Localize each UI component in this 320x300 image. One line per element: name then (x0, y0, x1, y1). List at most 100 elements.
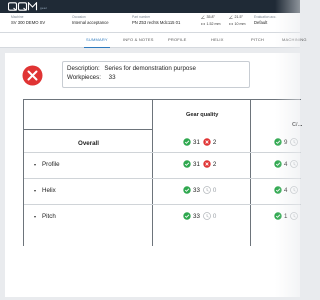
column-divider (152, 100, 153, 246)
row-label-pitch: Pitch (42, 213, 56, 220)
tab-label: PROFILE (168, 37, 187, 42)
measurement-value: 10 mm (234, 22, 246, 26)
workpieces-line: Workpieces: 33 (67, 74, 116, 81)
app-logo: gear (8, 0, 47, 13)
description-line: Description: Series for demonstration pu… (67, 65, 196, 72)
ok-count: 33 (193, 212, 200, 220)
tab-label: PITCH (251, 37, 264, 42)
width-icon (229, 23, 233, 25)
description-box: Description: Series for demonstration pu… (62, 61, 250, 88)
row-label-overall: Overall (78, 140, 99, 147)
expand-caret-icon: ▾ (34, 162, 37, 167)
column-header-c: C/... (292, 122, 303, 128)
measurement-value: 21.5° (234, 15, 243, 19)
measurement-value: 35.8° (206, 15, 215, 19)
ok-count: 4 (284, 160, 288, 168)
c-profile-cell: 4 (274, 160, 299, 168)
gear-overall-cell: 31 2 (183, 138, 219, 146)
neutral-icon (290, 160, 299, 168)
error-status-icon (22, 65, 43, 91)
workpieces-label: Workpieces: (67, 74, 101, 81)
row-helix[interactable]: ▾ Helix (34, 187, 56, 194)
evaluation-field: Evaluation acc. Default (254, 15, 276, 26)
ok-count: 9 (284, 138, 288, 146)
tab-summary[interactable]: SUMMARY (84, 33, 110, 48)
active-tab-indicator (84, 46, 110, 48)
header-info-bar: Machine SV 300 DEMO SV Occasion Internal… (0, 13, 300, 33)
measurement-1: 35.8° (201, 15, 215, 19)
measurement-4: 10 mm (229, 22, 245, 26)
angle-icon (201, 15, 205, 19)
expand-caret-icon: ▾ (34, 214, 37, 219)
gear-profile-cell: 31 2 (183, 160, 219, 168)
ok-icon (183, 138, 191, 146)
row-pitch[interactable]: ▾ Pitch (34, 213, 56, 220)
workpieces-value: 33 (108, 74, 116, 81)
part-number-field: Part number PN Z53 rechts Mdc115 01 (132, 15, 180, 26)
tab-pitch[interactable]: PITCH (251, 33, 264, 47)
fail-count: 2 (212, 160, 217, 168)
gear-helix-cell: 33 0 (183, 186, 219, 194)
ok-count: 31 (193, 160, 200, 168)
neutral-icon (290, 212, 299, 220)
summary-panel: Description: Series for demonstration pu… (5, 53, 303, 297)
app-top-bar: gear (0, 0, 300, 13)
measurement-value: 1.52 mm (206, 22, 221, 26)
c-helix-cell: 4 (274, 186, 299, 194)
row-label-helix: Helix (42, 187, 56, 194)
header-divider (24, 129, 152, 130)
row-divider (24, 204, 301, 205)
description-label: Description: (67, 65, 100, 72)
machine-value: SV 300 DEMO SV (11, 20, 46, 25)
tab-info-notes[interactable]: INFO & NOTES (123, 33, 154, 47)
ok-icon (183, 186, 191, 194)
row-divider (24, 178, 301, 179)
tab-label: SUMMARY (86, 37, 108, 42)
tab-helix[interactable]: HELIX (211, 33, 224, 47)
gear-pitch-cell: 33 0 (183, 212, 219, 220)
neutral-count: 0 (212, 212, 217, 220)
row-divider (24, 152, 301, 153)
column-divider (250, 100, 251, 246)
ok-icon (274, 160, 282, 168)
ok-icon (274, 186, 282, 194)
measurement-2: 21.5° (229, 15, 243, 19)
occasion-field: Occasion Internal acceptance (72, 15, 109, 26)
row-label-profile: Profile (42, 161, 60, 168)
tab-label: INFO & NOTES (123, 37, 154, 42)
c-pitch-cell: 1 (274, 212, 299, 220)
tab-bar: SUMMARY INFO & NOTES PROFILE HELIX PITCH… (0, 33, 307, 48)
occasion-value: Internal acceptance (72, 20, 109, 25)
helix-angle-icon (229, 15, 233, 19)
ok-icon (274, 138, 282, 146)
neutral-icon (202, 186, 211, 194)
column-header-gear-quality: Gear quality (186, 112, 219, 118)
ok-count: 33 (193, 186, 200, 194)
tab-machining[interactable]: MACHINING (282, 33, 307, 47)
expand-caret-icon: ▾ (34, 188, 37, 193)
neutral-count: 0 (212, 186, 217, 194)
part-number-value: PN Z53 rechts Mdc115 01 (132, 20, 181, 25)
machine-field: Machine SV 300 DEMO SV (11, 15, 45, 26)
ok-count: 4 (284, 186, 288, 194)
evaluation-value: Default (254, 20, 268, 25)
neutral-icon (290, 138, 299, 146)
logo-subtitle: gear (40, 6, 48, 10)
fail-count: 2 (212, 138, 217, 146)
tab-label: MACHINING (282, 37, 307, 42)
ok-icon (274, 212, 282, 220)
fail-icon (203, 138, 211, 146)
row-profile[interactable]: ▾ Profile (34, 161, 60, 168)
results-table: Gear quality C/... Overall 31 2 9 ▾ Prof… (23, 99, 303, 246)
description-value: Series for demonstration purpose (104, 65, 196, 72)
tab-label: HELIX (211, 37, 224, 42)
c-overall-cell: 9 (274, 138, 299, 146)
ok-icon (183, 160, 191, 168)
neutral-icon (202, 212, 211, 220)
ok-icon (183, 212, 191, 220)
ok-count: 31 (193, 138, 200, 146)
module-icon (201, 23, 205, 25)
fail-icon (203, 160, 211, 168)
tab-profile[interactable]: PROFILE (168, 33, 187, 47)
qqm-logo-icon (8, 2, 38, 11)
